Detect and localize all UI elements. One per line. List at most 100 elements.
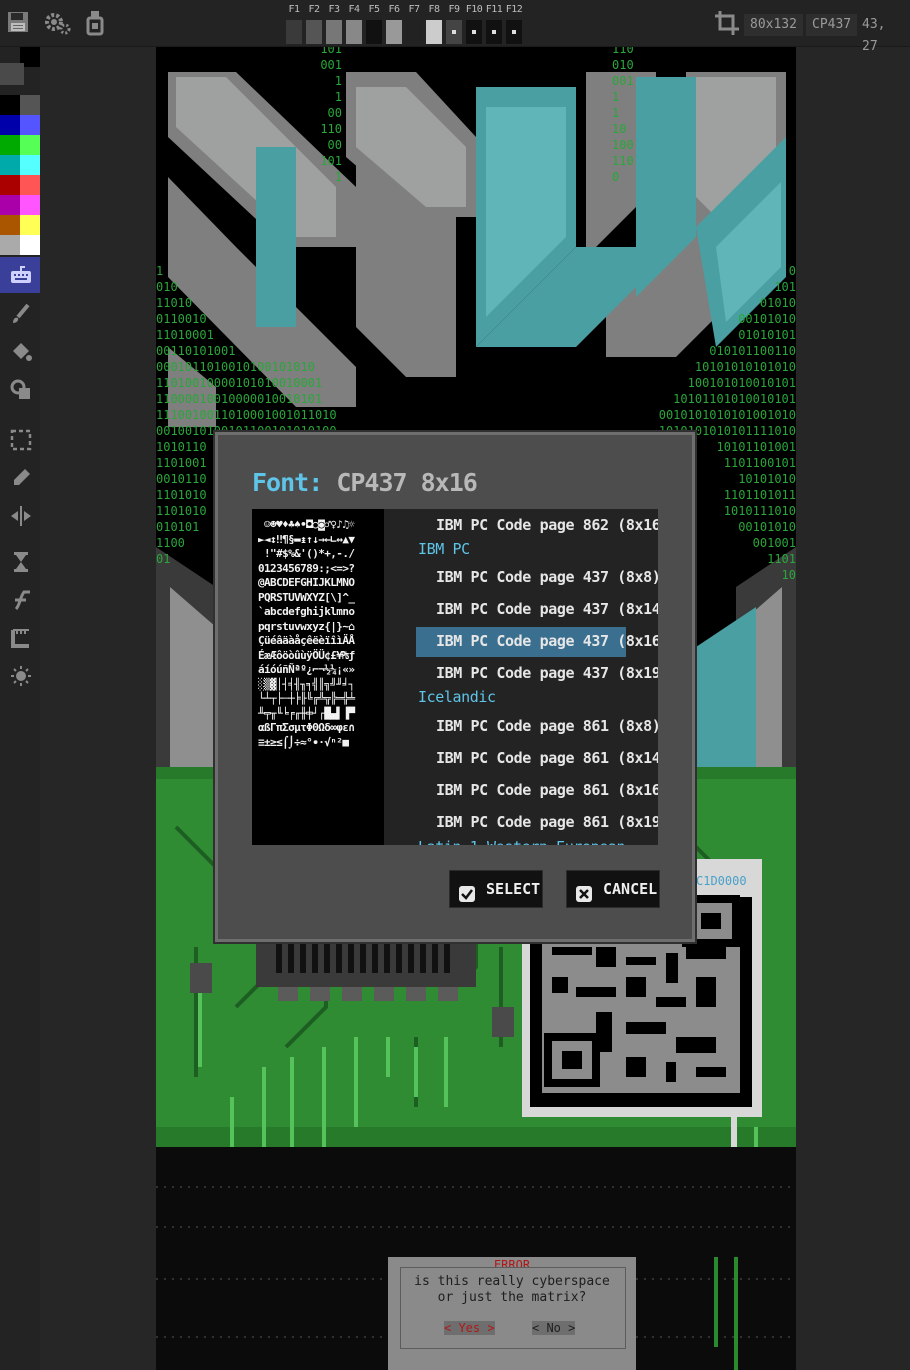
- font-list-item-selected[interactable]: IBM PC Code page 437 (8x16): [436, 629, 658, 653]
- binary-line: 101: [774, 280, 796, 294]
- binary-line: 10101101010010101: [673, 392, 796, 406]
- preview-line: áíóúñÑªº¿⌐¬½¼¡«»: [258, 663, 355, 676]
- palette-swatch[interactable]: [20, 135, 40, 155]
- fkey-f3[interactable]: F3: [324, 4, 344, 44]
- fill-tool[interactable]: [4, 335, 36, 367]
- fkey-label: F10: [465, 4, 483, 15]
- palette-swatch[interactable]: [20, 195, 40, 215]
- brightness-tool[interactable]: [4, 659, 36, 691]
- fkey-f6[interactable]: F6: [384, 4, 404, 44]
- binary-line: 0: [788, 264, 796, 278]
- fkey-label: F3: [328, 4, 340, 15]
- fkey-glyph: [306, 20, 322, 44]
- font-list-item[interactable]: IBM PC Code page 861 (8x14): [436, 746, 658, 770]
- fkey-glyph: [386, 20, 402, 44]
- mirror-tool[interactable]: [4, 499, 36, 531]
- cancel-button[interactable]: CANCEL: [566, 870, 660, 908]
- font-list-item[interactable]: IBM PC Code page 861 (8x19): [436, 810, 658, 834]
- palette-swatch[interactable]: [20, 175, 40, 195]
- brush-tool[interactable]: [4, 297, 36, 329]
- binary-line: 1: [612, 90, 620, 104]
- fkey-f10[interactable]: F10: [464, 4, 484, 44]
- fkey-label: F7: [408, 4, 420, 15]
- font-group-header: IBM PC: [418, 540, 470, 558]
- hourglass-tool[interactable]: [4, 545, 36, 577]
- codepage-badge[interactable]: CP437: [806, 14, 858, 36]
- plugin-icon[interactable]: [86, 10, 112, 36]
- font-group-header: Icelandic: [418, 688, 496, 706]
- preview-line: `abcdefghijklmno: [258, 605, 355, 618]
- font-list-item[interactable]: IBM PC Code page 862 (8x16): [436, 513, 658, 537]
- preview-line: ÇüéâäàåçêëèïîìÄÅ: [258, 634, 355, 647]
- save-icon[interactable]: [6, 10, 32, 36]
- palette-swatch[interactable]: [0, 135, 20, 155]
- preview-line: ░▒▓│┤╡╢╖╕╣║╗╝╜╛┐: [258, 677, 355, 691]
- fkey-f12[interactable]: F12: [504, 4, 524, 44]
- binary-line: 1: [334, 170, 342, 184]
- fkey-label: F5: [368, 4, 380, 15]
- font-title-value: CP437 8x16: [336, 468, 478, 497]
- binary-line: 1: [334, 74, 342, 88]
- binary-line: 0010101010101001010: [658, 408, 796, 422]
- font-tool[interactable]: [4, 583, 36, 615]
- palette-swatch[interactable]: [20, 235, 40, 255]
- palette-swatch[interactable]: [20, 95, 40, 115]
- font-list-item[interactable]: IBM PC Code page 437 (8x19): [436, 661, 658, 685]
- select-button[interactable]: SELECT: [449, 870, 543, 908]
- palette-swatch[interactable]: [0, 235, 20, 255]
- font-list[interactable]: IBM PC Code page 862 (8x16) IBM PC IBM PC …: [384, 509, 658, 845]
- fkey-f5[interactable]: F5: [364, 4, 384, 44]
- binary-line: 00: [327, 138, 342, 152]
- select-tool[interactable]: [4, 423, 36, 455]
- fkey-f11[interactable]: F11: [484, 4, 504, 44]
- fkey-glyph: [466, 20, 482, 44]
- fkey-glyph: [286, 20, 302, 44]
- preview-line: ╨╤╥╙╘╒╓╫╪┘┌█▄▌▐▀: [258, 706, 355, 720]
- foreground-color-swatch[interactable]: [0, 63, 24, 85]
- font-list-item[interactable]: IBM PC Code page 437 (8x8): [436, 565, 658, 589]
- binary-line: 001: [320, 58, 342, 72]
- palette-swatch[interactable]: [0, 95, 20, 115]
- fkey-f1[interactable]: F1: [284, 4, 304, 44]
- fkey-f2[interactable]: F2: [304, 4, 324, 44]
- canvas-size-badge[interactable]: 80x132: [744, 14, 803, 36]
- settings-icon[interactable]: [44, 10, 71, 36]
- palette-swatch[interactable]: [20, 215, 40, 235]
- ruler-tool[interactable]: [4, 621, 36, 653]
- binary-line: 01010101: [738, 328, 796, 342]
- palette-swatch[interactable]: [20, 155, 40, 175]
- crop-icon[interactable]: [714, 10, 740, 36]
- error-line-2: or just the matrix?: [437, 1290, 587, 1305]
- select-label: SELECT: [486, 880, 541, 898]
- pipette-tool[interactable]: [4, 461, 36, 493]
- font-group-header: Latin-1 Western European: [418, 837, 626, 845]
- fkey-label: F2: [308, 4, 320, 15]
- color-selector[interactable]: [0, 47, 40, 87]
- top-toolbar: F1 F2 F3 F4 F5 F6 F7 F8 F9 F10 F11 F12 80x132 CP437…: [0, 0, 910, 54]
- font-list-item[interactable]: IBM PC Code page 437 (8x14): [436, 597, 658, 621]
- binary-line: 11000010010000010010101: [156, 392, 323, 406]
- palette-swatch[interactable]: [0, 195, 20, 215]
- tool-list: [0, 253, 40, 693]
- fkey-f9[interactable]: F9: [444, 4, 464, 44]
- font-list-item[interactable]: IBM PC Code page 861 (8x8): [436, 714, 658, 738]
- font-list-item[interactable]: IBM PC Code page 861 (8x16): [436, 778, 658, 802]
- font-dialog-title: Font: CP437 8x16: [252, 468, 478, 497]
- cursor-position: 43, 27: [862, 17, 886, 54]
- palette-swatch[interactable]: [0, 215, 20, 235]
- palette-swatch[interactable]: [20, 115, 40, 135]
- palette-swatch[interactable]: [0, 155, 20, 175]
- binary-rain-right: 110 010 001 1 1 10 100 110 0: [612, 47, 646, 185]
- fkey-f4[interactable]: F4: [344, 4, 364, 44]
- error-dialog-art: ERROR is this really cyberspace or just …: [388, 1257, 636, 1370]
- binary-line: 10: [612, 122, 627, 136]
- palette-swatch[interactable]: [0, 175, 20, 195]
- fkey-f7[interactable]: F7: [404, 4, 424, 44]
- shapes-tool[interactable]: [4, 373, 36, 405]
- binary-line: 110: [320, 122, 342, 136]
- keyboard-tool[interactable]: [0, 257, 40, 293]
- fkey-label: F9: [448, 4, 460, 15]
- fkey-label: F12: [505, 4, 523, 15]
- fkey-f8[interactable]: F8: [424, 4, 444, 44]
- palette-swatch[interactable]: [0, 115, 20, 135]
